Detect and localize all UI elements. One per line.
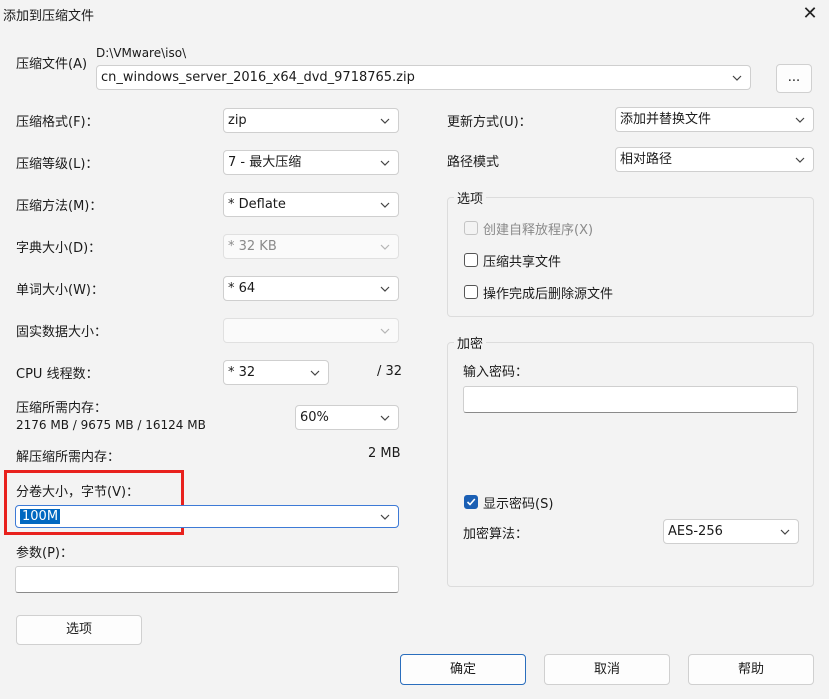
pathmode-value: 相对路径 (620, 152, 673, 167)
format-label: 压缩格式(F)： (16, 115, 99, 130)
encrypt-method-value: AES-256 (668, 524, 723, 539)
window-title: 添加到压缩文件 (3, 9, 95, 24)
checkmark-icon (466, 498, 476, 506)
delete-source-label[interactable]: 操作完成后删除源文件 (483, 283, 613, 302)
chevron-down-icon (310, 361, 320, 384)
cpu-max: / 32 (377, 364, 403, 379)
method-value: * Deflate (228, 197, 286, 212)
chevron-down-icon (380, 193, 390, 216)
update-select[interactable]: 添加并替换文件 (615, 107, 814, 132)
chevron-down-icon (380, 151, 390, 174)
password-label: 输入密码： (463, 365, 529, 380)
cpu-value: * 32 (228, 365, 256, 380)
help-button[interactable]: 帮助 (688, 654, 814, 685)
title-bar (0, 0, 829, 30)
encrypt-method-label: 加密算法： (463, 527, 529, 542)
password-input[interactable] (463, 386, 798, 413)
archive-filename: cn_windows_server_2016_x64_dvd_9718765.z… (101, 70, 415, 85)
update-label: 更新方式(U)： (447, 115, 532, 130)
browse-button[interactable]: ... (776, 64, 812, 93)
chevron-down-icon[interactable] (732, 66, 742, 89)
level-label: 压缩等级(L)： (16, 157, 99, 172)
close-icon[interactable]: ✕ (798, 2, 822, 26)
mem-percent-select[interactable]: 60% (295, 405, 399, 430)
format-value: zip (228, 113, 247, 128)
show-password-label[interactable]: 显示密码(S) (483, 493, 553, 512)
update-value: 添加并替换文件 (620, 112, 712, 127)
chevron-down-icon (380, 319, 390, 342)
encrypt-method-select[interactable]: AES-256 (663, 519, 799, 544)
mem-percent-value: 60% (300, 410, 329, 425)
mem-decompress-value: 2 MB (368, 446, 401, 461)
archive-label: 压缩文件(A) (16, 57, 88, 72)
chevron-down-icon (380, 406, 390, 429)
dict-select: * 32 KB (223, 234, 399, 259)
method-select[interactable]: * Deflate (223, 192, 399, 217)
archive-filename-combo[interactable]: cn_windows_server_2016_x64_dvd_9718765.z… (96, 65, 751, 90)
chevron-down-icon (795, 148, 805, 171)
archive-path: D:\VMware\iso\ (96, 46, 187, 60)
chevron-down-icon (380, 277, 390, 300)
mem-compress-label: 压缩所需内存： (16, 401, 108, 416)
encrypt-group-title: 加密 (454, 333, 487, 352)
method-label: 压缩方法(M)： (16, 199, 103, 214)
word-select[interactable]: * 64 (223, 276, 399, 301)
pathmode-label: 路径模式 (447, 155, 500, 170)
options-button[interactable]: 选项 (16, 615, 142, 645)
cpu-select[interactable]: * 32 (223, 360, 329, 385)
ok-button[interactable]: 确定 (400, 654, 526, 685)
cpu-label: CPU 线程数： (16, 367, 99, 382)
mem-compress-detail: 2176 MB / 9675 MB / 16124 MB (16, 418, 206, 432)
params-input[interactable] (15, 566, 399, 593)
level-value: 7 - 最大压缩 (228, 155, 302, 170)
sfx-checkbox (464, 221, 478, 235)
pathmode-select[interactable]: 相对路径 (615, 147, 814, 172)
dict-value: * 32 KB (228, 239, 277, 254)
chevron-down-icon[interactable] (380, 506, 390, 527)
sfx-label: 创建自释放程序(X) (483, 223, 594, 238)
chevron-down-icon (380, 235, 390, 258)
shared-label[interactable]: 压缩共享文件 (483, 251, 561, 270)
word-label: 单词大小(W)： (16, 283, 104, 298)
chevron-down-icon (780, 520, 790, 543)
chevron-down-icon (795, 108, 805, 131)
solid-select (223, 318, 399, 343)
volume-label: 分卷大小，字节(V)： (16, 485, 140, 500)
volume-select[interactable]: 100M (15, 505, 399, 528)
level-select[interactable]: 7 - 最大压缩 (223, 150, 399, 175)
options-group-title: 选项 (454, 188, 487, 207)
chevron-down-icon (380, 109, 390, 132)
mem-decompress-label: 解压缩所需内存： (16, 450, 121, 465)
params-label: 参数(P)： (16, 546, 73, 561)
solid-label: 固实数据大小： (16, 325, 108, 340)
volume-value: 100M (20, 509, 61, 524)
dict-label: 字典大小(D)： (16, 241, 102, 256)
shared-checkbox[interactable] (464, 253, 478, 267)
cancel-button[interactable]: 取消 (544, 654, 670, 685)
show-password-checkbox[interactable] (464, 495, 478, 509)
delete-source-checkbox[interactable] (464, 285, 478, 299)
word-value: * 64 (228, 281, 256, 296)
format-select[interactable]: zip (223, 108, 399, 133)
